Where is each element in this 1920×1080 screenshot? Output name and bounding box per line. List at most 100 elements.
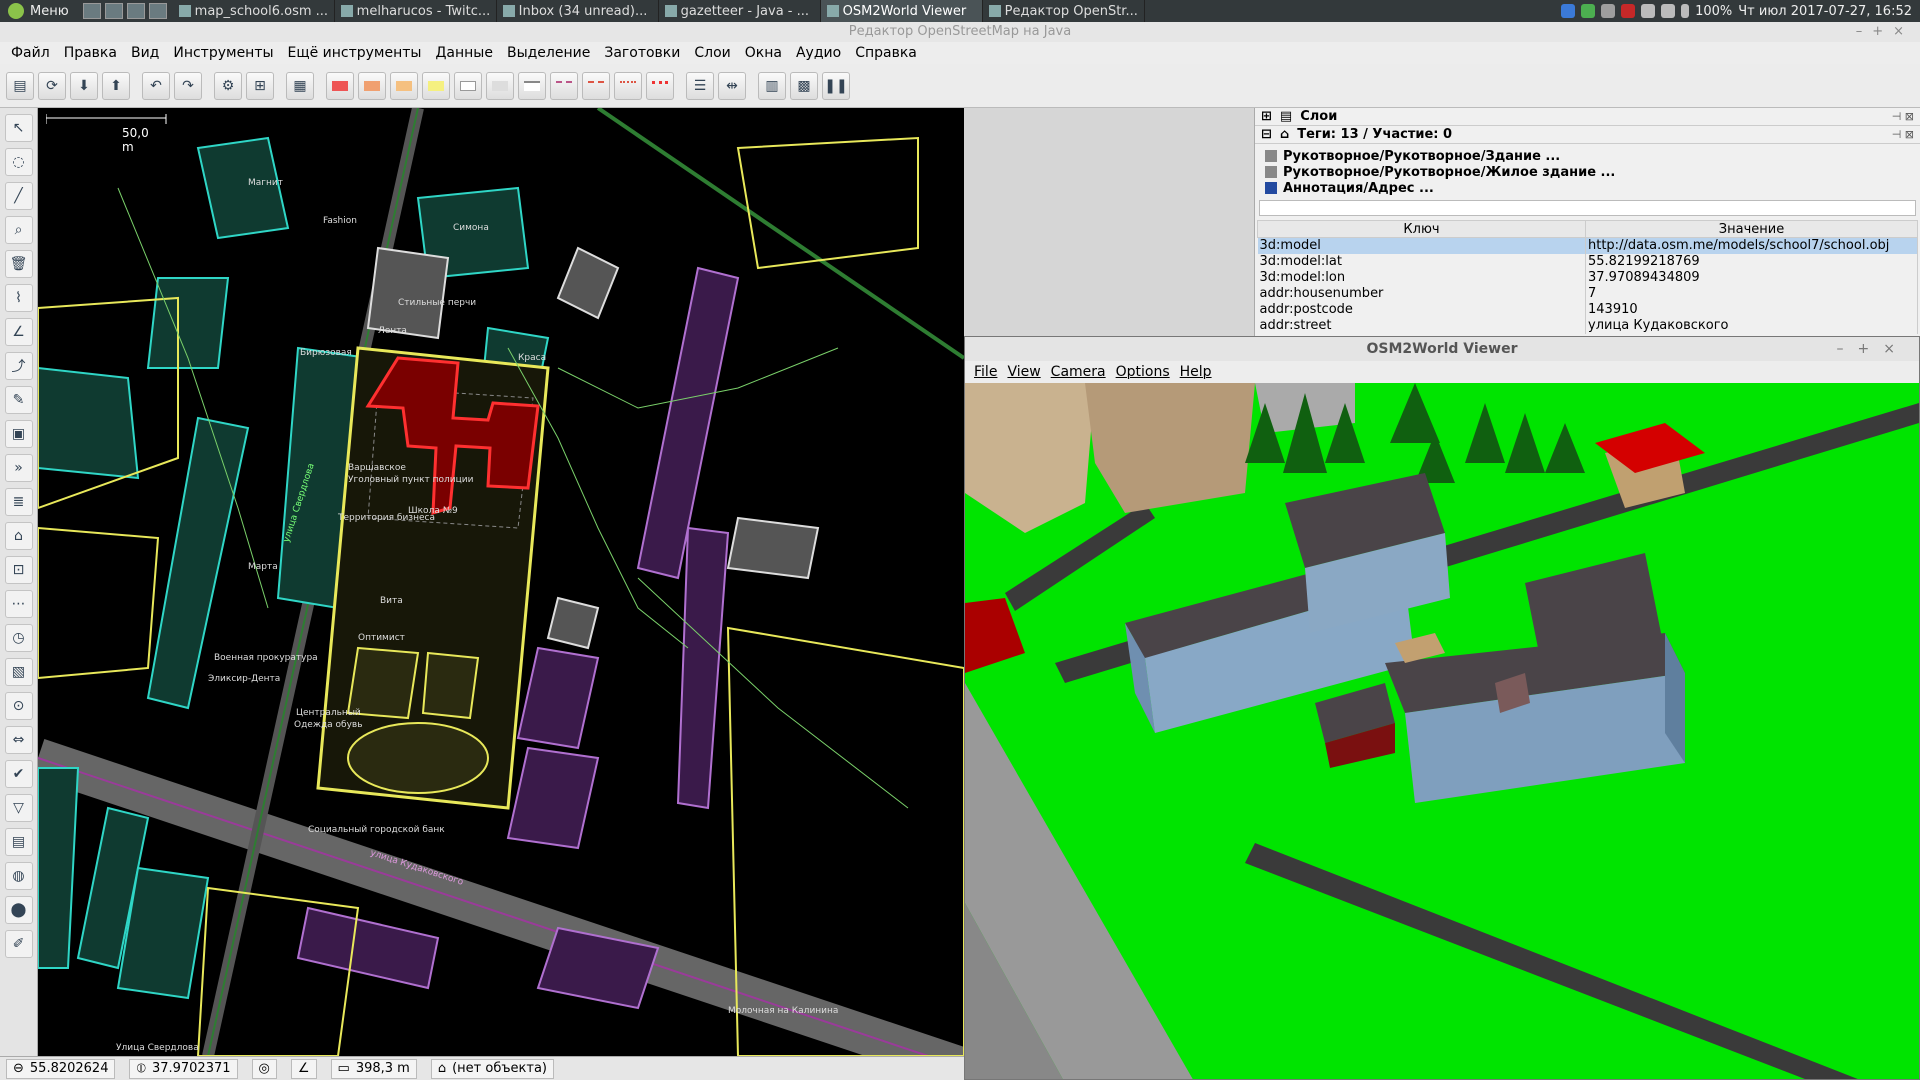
tag-value[interactable]: 143910: [1585, 301, 1918, 318]
preset-link[interactable]: Рукотворное/Рукотворное/Жилое здание ...: [1265, 164, 1920, 180]
files-icon[interactable]: [126, 3, 145, 19]
show-desktop-icon[interactable]: [82, 3, 101, 19]
lasso-tool[interactable]: ◌: [4, 148, 33, 176]
viewer-window-controls[interactable]: –+×: [1837, 337, 1909, 361]
relation-toggle[interactable]: ⋯: [4, 590, 33, 618]
preset-link[interactable]: Аннотация/Адрес ...: [1265, 180, 1920, 196]
validation-toggle[interactable]: ✔: [4, 760, 33, 788]
battery-icon[interactable]: [1681, 4, 1690, 18]
viewer-menu-options[interactable]: Options: [1111, 364, 1175, 380]
task-item[interactable]: Inbox (34 unread)...: [497, 0, 659, 22]
menu-more-tools[interactable]: Ещё инструменты: [281, 45, 429, 61]
volume-icon[interactable]: [1661, 4, 1676, 18]
preset-white-button[interactable]: [454, 71, 482, 100]
preset-link[interactable]: Рукотворное/Рукотворное/Здание ...: [1265, 148, 1920, 164]
preset-railway-button[interactable]: ☰: [686, 71, 714, 100]
viewer-menu-camera[interactable]: Camera: [1046, 364, 1111, 380]
preset-search-field[interactable]: [1259, 200, 1916, 216]
filter-toggle[interactable]: ⊙: [4, 692, 33, 720]
viewer-menu-view[interactable]: View: [1002, 364, 1045, 380]
filter-dialog-toggle[interactable]: ▽: [4, 794, 33, 822]
clock[interactable]: Чт июл 2017-07-27, 16:52: [1738, 4, 1912, 19]
viewer-menu-file[interactable]: File: [969, 364, 1002, 380]
preset-building-button[interactable]: ▩: [790, 71, 818, 100]
preset-landuse-button[interactable]: [358, 71, 386, 100]
notes-toggle[interactable]: ⬤: [4, 896, 33, 924]
table-row[interactable]: addr:street улица Кудаковского: [1257, 317, 1918, 334]
expand-icon[interactable]: ⊞: [1261, 109, 1272, 124]
preset-cycleway-button[interactable]: [614, 71, 642, 100]
table-row[interactable]: addr:postcode 143910: [1257, 301, 1918, 318]
zoom-tool[interactable]: ⌕: [4, 216, 33, 244]
map-canvas[interactable]: [38, 108, 964, 1056]
imagery-toggle[interactable]: ▧: [4, 658, 33, 686]
package-toggle[interactable]: ▤: [4, 828, 33, 856]
layers-toggle[interactable]: ≣: [4, 488, 33, 516]
keyboard-layout-flag-icon[interactable]: [1621, 4, 1636, 18]
task-item[interactable]: OSM2World Viewer: [820, 0, 983, 22]
open-file-button[interactable]: ▤: [6, 71, 34, 100]
tag-key[interactable]: 3d:model:lon: [1257, 269, 1586, 286]
preset-pause-button[interactable]: ❚❚: [822, 71, 850, 100]
tag-value[interactable]: 55.82199218769: [1585, 253, 1918, 270]
menu-view[interactable]: Вид: [124, 45, 166, 61]
imagery-button[interactable]: ▦: [286, 71, 314, 100]
preset-yellow-button[interactable]: [422, 71, 450, 100]
menu-selection[interactable]: Выделение: [500, 45, 597, 61]
save-button[interactable]: ⟳: [38, 71, 66, 100]
start-menu-button[interactable]: Меню: [0, 0, 77, 22]
delete-tool[interactable]: 🗑: [4, 250, 33, 278]
network-icon[interactable]: [1601, 4, 1616, 18]
download-button[interactable]: ⬇: [70, 71, 98, 100]
menu-edit[interactable]: Правка: [57, 45, 124, 61]
parallel-tool[interactable]: ∠: [4, 318, 33, 346]
preset-sand-button[interactable]: [390, 71, 418, 100]
preset-track-button[interactable]: [486, 71, 514, 100]
tag-key[interactable]: 3d:model:lat: [1257, 253, 1586, 270]
menu-data[interactable]: Данные: [428, 45, 500, 61]
tag-value[interactable]: 37.97089434809: [1585, 269, 1918, 286]
history-toggle[interactable]: ◷: [4, 624, 33, 652]
preset-steps-button[interactable]: [646, 71, 674, 100]
collapse-icon[interactable]: ⊟: [1261, 127, 1272, 142]
tag-key[interactable]: addr:postcode: [1257, 301, 1586, 318]
changeset-toggle[interactable]: ✐: [4, 930, 33, 958]
preset-path-button[interactable]: [550, 71, 578, 100]
text-editor-icon[interactable]: [148, 3, 167, 19]
upload-button[interactable]: ⬆: [102, 71, 130, 100]
redo-button[interactable]: ↷: [174, 71, 202, 100]
tag-value[interactable]: 7: [1585, 285, 1918, 302]
task-item[interactable]: melharucos - Twitc...: [335, 0, 497, 22]
relations-button[interactable]: ⊞: [246, 71, 274, 100]
viewer-titlebar[interactable]: OSM2World Viewer –+×: [965, 337, 1919, 361]
window-controls[interactable]: –+×: [1856, 22, 1914, 42]
preset-barrier-button[interactable]: [326, 71, 354, 100]
preset-door-button[interactable]: ▥: [758, 71, 786, 100]
task-item[interactable]: map_school6.osm ...: [173, 0, 335, 22]
tag-key[interactable]: addr:street: [1257, 317, 1586, 334]
preset-footway-button[interactable]: [582, 71, 610, 100]
building-tool[interactable]: ▣: [4, 420, 33, 448]
scene-canvas[interactable]: [965, 383, 1919, 1079]
menu-help[interactable]: Справка: [848, 45, 924, 61]
improve-way-tool[interactable]: ⌇: [4, 284, 33, 312]
undo-button[interactable]: ↶: [142, 71, 170, 100]
terminal-icon[interactable]: [104, 3, 123, 19]
table-row[interactable]: 3d:model:lat 55.82199218769: [1257, 253, 1918, 270]
update-icon[interactable]: [1581, 4, 1596, 18]
map-paint-toggle[interactable]: ◍: [4, 862, 33, 890]
dialog-controls[interactable]: ⊣ ⊠: [1892, 110, 1920, 123]
column-value[interactable]: Значение: [1585, 220, 1918, 238]
select-tool[interactable]: ↖: [4, 114, 33, 142]
preset-road-button[interactable]: [518, 71, 546, 100]
table-row[interactable]: 3d:model:lon 37.97089434809: [1257, 269, 1918, 286]
viewer-menu-help[interactable]: Help: [1175, 364, 1217, 380]
tag-key[interactable]: 3d:model: [1257, 237, 1586, 254]
3d-scene[interactable]: [965, 383, 1919, 1079]
preset-split-button[interactable]: ⇹: [718, 71, 746, 100]
selection-toggle[interactable]: ⊡: [4, 556, 33, 584]
preferences-button[interactable]: ⚙: [214, 71, 242, 100]
tag-value[interactable]: улица Кудаковского: [1585, 317, 1918, 334]
tags-toggle[interactable]: ⌂: [4, 522, 33, 550]
draw-tool[interactable]: ╱: [4, 182, 33, 210]
